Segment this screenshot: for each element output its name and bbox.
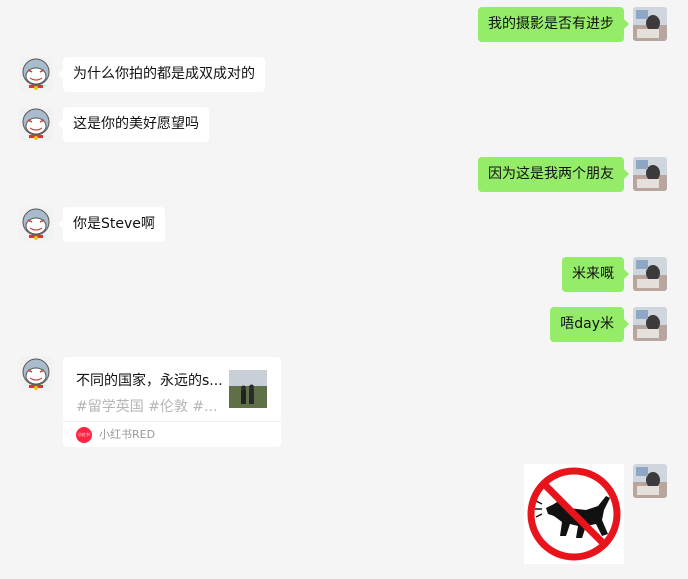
message-bubble-received[interactable]: 为什么你拍的都是成双成对的 xyxy=(58,57,265,92)
avatar-friend[interactable] xyxy=(19,107,53,141)
avatar-friend[interactable] xyxy=(19,207,53,241)
avatar-me[interactable] xyxy=(633,307,667,341)
card-title: 不同的国家，永远的s... xyxy=(76,373,223,389)
shared-link-card[interactable]: 不同的国家，永远的s... #留学英国 #伦敦 #... 小红书 小红书RED xyxy=(63,357,281,447)
avatar-me[interactable] xyxy=(633,257,667,291)
card-thumbnail xyxy=(229,370,267,408)
message-bubble-sent[interactable]: 因为这是我两个朋友 xyxy=(478,157,629,192)
message-bubble-received[interactable]: 这是你的美好愿望吗 xyxy=(58,107,209,142)
message-bubble-received[interactable]: 你是Steve啊 xyxy=(58,207,165,242)
avatar-me[interactable] xyxy=(633,464,667,498)
message-bubble-sent[interactable]: 我的摄影是否有进步 xyxy=(478,7,629,42)
avatar-me[interactable] xyxy=(633,157,667,191)
message-bubble-sent[interactable]: 米来嘅 xyxy=(562,257,629,292)
xiaohongshu-logo-icon: 小红书 xyxy=(76,427,92,443)
no-dog-sign-icon[interactable] xyxy=(524,464,624,564)
card-tags: #留学英国 #伦敦 #... xyxy=(76,399,218,415)
avatar-friend[interactable] xyxy=(19,357,53,391)
avatar-me[interactable] xyxy=(633,7,667,41)
message-bubble-sent[interactable]: 唔day米 xyxy=(550,307,629,342)
avatar-friend[interactable] xyxy=(19,57,53,91)
card-source: 小红书RED xyxy=(99,428,156,441)
card-divider xyxy=(63,421,281,422)
